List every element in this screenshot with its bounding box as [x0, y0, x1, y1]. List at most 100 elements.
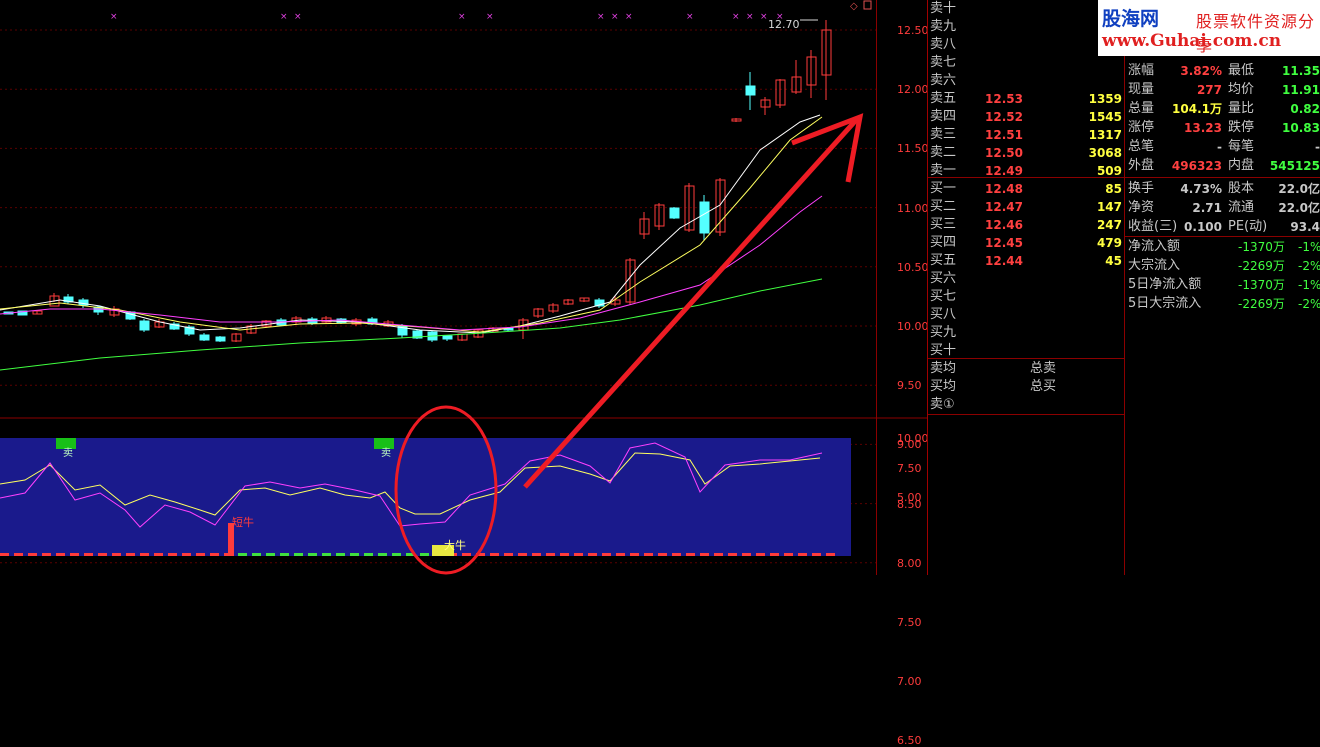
- stat-value: -: [1217, 140, 1222, 154]
- stat-label: 每笔: [1228, 139, 1255, 154]
- sell-signal-label: 卖: [63, 447, 73, 459]
- stat-label: 内盘: [1228, 158, 1255, 173]
- baseline-dash: [210, 553, 219, 556]
- book-row-price: 12.47: [985, 200, 1023, 214]
- ma20-line: [0, 195, 823, 331]
- book-row-label: 买九: [930, 325, 957, 340]
- baseline-dash: [14, 553, 23, 556]
- baseline-dash: [644, 553, 653, 556]
- book-row-price: 12.44: [985, 254, 1023, 268]
- book-row-label: 卖二: [930, 145, 957, 160]
- stat-value: 3.82%: [1180, 64, 1222, 78]
- baseline-dash: [518, 553, 527, 556]
- price-tick: 8.00: [897, 556, 922, 570]
- book-row-price: 12.52: [985, 110, 1023, 124]
- book-row-volume: 85: [1105, 182, 1122, 196]
- baseline-dash: [420, 553, 429, 556]
- stat-label: 外盘: [1128, 158, 1155, 173]
- signal-marker: ×: [746, 12, 754, 22]
- baseline-dash: [336, 553, 345, 556]
- book-row-label: 卖六: [930, 73, 957, 88]
- book-bottom-divider: [928, 358, 1124, 359]
- big-bull-label: 大牛: [444, 538, 466, 552]
- book-row-volume: 247: [1096, 218, 1122, 232]
- stat-label: 量比: [1228, 101, 1255, 116]
- logo-url: www.Guhai.com.cn: [1102, 31, 1282, 51]
- signal-marker: ×: [597, 12, 605, 22]
- baseline-dash: [238, 553, 247, 556]
- signal-marker: ×: [732, 12, 740, 22]
- stat-label: 涨停: [1128, 120, 1155, 135]
- book-row-price: 12.51: [985, 128, 1023, 142]
- baseline-dash: [602, 553, 611, 556]
- axis-divider: [876, 0, 877, 575]
- book-row-price: 12.45: [985, 236, 1023, 250]
- stat-label: 流通: [1228, 200, 1255, 215]
- flow-label: 5日大宗流入: [1128, 296, 1202, 311]
- book-row-label: 买七: [930, 289, 957, 304]
- book-row-volume: 3068: [1088, 146, 1122, 160]
- flow-percent: -2%: [1298, 259, 1320, 273]
- candle-down: [199, 334, 210, 341]
- sell-signal-label: 卖: [381, 447, 391, 459]
- price-tick: 6.50: [897, 734, 922, 747]
- book-row-price: 12.46: [985, 218, 1023, 232]
- stat-label: 换手: [1128, 181, 1155, 196]
- book-row-label: 卖七: [930, 55, 957, 70]
- ma10-line: [0, 116, 823, 333]
- baseline-dash: [728, 553, 737, 556]
- book-row-label: 买一: [930, 181, 957, 196]
- signal-marker: ×: [486, 12, 494, 22]
- baseline-dash: [70, 553, 79, 556]
- price-tick: 10.00: [897, 320, 929, 333]
- stat-value: 11.91: [1282, 83, 1320, 97]
- baseline-dash: [308, 553, 317, 556]
- baseline-dash: [280, 553, 289, 556]
- indicator-tick: 7.50: [897, 461, 922, 475]
- stat-value: 13.23: [1184, 121, 1222, 135]
- book-end-divider: [928, 414, 1124, 415]
- baseline-dash: [294, 553, 303, 556]
- panel-divider: [927, 0, 928, 575]
- short-bull-label: 短牛: [232, 515, 254, 529]
- baseline-dash: [560, 553, 569, 556]
- baseline-dash: [182, 553, 191, 556]
- signal-marker: ×: [686, 12, 694, 22]
- baseline-dash: [756, 553, 765, 556]
- stat-label: 均价: [1228, 82, 1255, 97]
- signal-marker: ×: [776, 12, 784, 22]
- indicator-panel: [0, 438, 851, 556]
- candle-down: [669, 207, 680, 219]
- book-row-price: 12.48: [985, 182, 1023, 196]
- book-row-volume: 479: [1096, 236, 1122, 250]
- flow-value: -1370万: [1238, 278, 1285, 292]
- baseline-dash: [546, 553, 555, 556]
- stat-value: 277: [1196, 83, 1222, 97]
- kline-chart[interactable]: 12.70× × × × × × × × × × × × ×◇卖 卖短牛大牛: [0, 0, 928, 575]
- book-row-label: 买五: [930, 253, 957, 268]
- book-row-label: 卖八: [930, 37, 957, 52]
- flow-label: 净流入额: [1128, 239, 1181, 254]
- candle-down: [699, 201, 710, 234]
- indicator-tick: 5.00: [897, 491, 922, 504]
- flow-percent: -1%: [1298, 240, 1320, 254]
- baseline-dash: [770, 553, 779, 556]
- stat-label: 涨幅: [1128, 63, 1155, 78]
- annotation-arrow: [523, 116, 860, 489]
- baseline-dash: [630, 553, 639, 556]
- stat-label: 收益(三): [1128, 219, 1178, 234]
- baseline-dash: [28, 553, 37, 556]
- stat-label: 跌停: [1228, 120, 1255, 135]
- book-row-volume: 147: [1096, 200, 1122, 214]
- baseline-dash: [826, 553, 835, 556]
- baseline-dash: [0, 553, 9, 556]
- stat-label: 现量: [1128, 82, 1155, 97]
- baseline-dash: [350, 553, 359, 556]
- price-tick: 11.50: [897, 142, 929, 156]
- baseline-dash: [252, 553, 261, 556]
- baseline-dash: [574, 553, 583, 556]
- flow-label: 大宗流入: [1128, 258, 1181, 273]
- ma5-line: [0, 114, 821, 334]
- baseline-dash: [154, 553, 163, 556]
- book-row-price: 12.53: [985, 92, 1023, 106]
